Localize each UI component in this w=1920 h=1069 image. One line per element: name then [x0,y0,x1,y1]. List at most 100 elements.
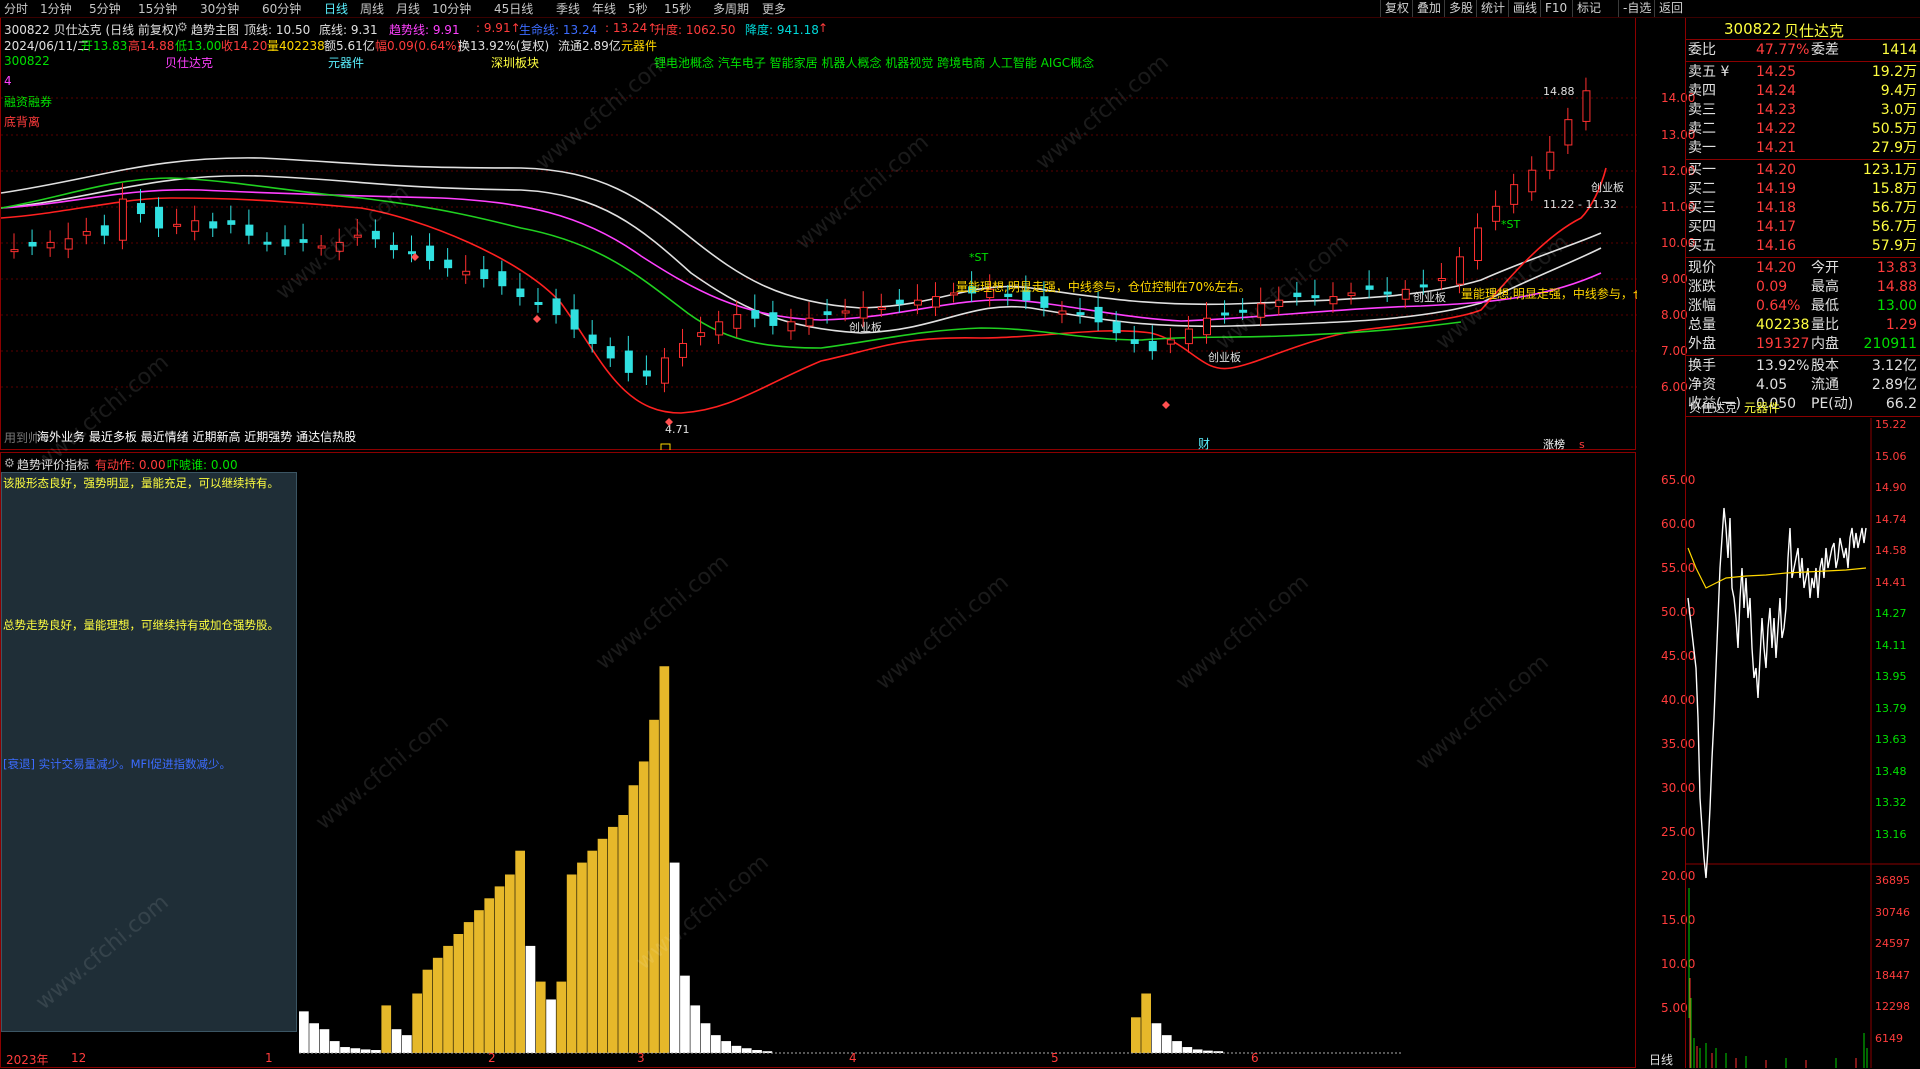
period-14[interactable]: 15秒 [664,1,691,17]
event-box-icon[interactable] [660,443,671,450]
candle [606,346,615,359]
bid-row[interactable]: 买二 14.19 15.8万 [1686,180,1920,199]
evaluation-bar [484,898,495,1053]
tool-draw[interactable]: 画线 [1508,0,1537,17]
candle [46,241,55,249]
period-12[interactable]: 年线 [592,1,616,17]
tool-fuquan[interactable]: 复权 [1380,0,1409,17]
bid-price: 14.18 [1756,200,1797,216]
quote-stat-label2: 量比 [1811,317,1839,333]
candle [444,259,453,269]
quote-stat[interactable]: 涨幅 0.64% 最低 13.00 [1686,297,1920,316]
chuangye-mark: 创业板 [849,320,882,334]
candle [769,312,778,326]
date-tick: 5 [1051,1051,1059,1065]
quote-stat-value: 191327 [1756,336,1810,352]
candle [480,269,489,279]
period-5[interactable]: 60分钟 [262,1,301,17]
quote-stat[interactable]: 现价 14.20 今开 13.83 [1686,259,1920,278]
bid-price: 14.19 [1756,181,1797,197]
date-tick: 2 [488,1051,496,1065]
quote-stat[interactable]: 涨跌 0.09 最高 14.88 [1686,278,1920,297]
period-2[interactable]: 5分钟 [89,1,121,17]
ask-volume: 50.5万 [1871,121,1917,137]
period-1[interactable]: 1分钟 [40,1,72,17]
bid-row[interactable]: 买一 14.20 123.1万 [1686,161,1920,180]
period-15[interactable]: 多周期 [713,1,749,17]
evaluation-bar [711,1035,721,1053]
fundamental-stat[interactable]: 换手 13.92% 股本 3.12亿 [1686,357,1920,376]
candle [1311,295,1320,299]
candle [697,332,706,337]
price-tick: 6.00 [1661,380,1688,394]
period-9[interactable]: 10分钟 [432,1,471,17]
ask-row[interactable]: 卖五 ¥ 14.25 19.2万 [1686,63,1920,82]
ask-row[interactable]: 卖四 14.24 9.4万 [1686,82,1920,101]
mini-price-tick: 15.06 [1875,449,1907,463]
mini-price-tick: 14.74 [1875,512,1907,526]
evaluation-bar [1213,1051,1224,1053]
bid-row[interactable]: 买五 14.16 57.9万 [1686,237,1920,256]
evaluation-bar [741,1048,752,1053]
ask-volume: 9.4万 [1880,83,1917,99]
evaluation-bar [731,1045,742,1053]
candle [1221,312,1230,316]
fundamental-stat-label: 换手 [1688,358,1716,374]
period-11[interactable]: 季线 [556,1,580,17]
candle [931,296,940,308]
period-7[interactable]: 周线 [360,1,384,17]
tool-multi[interactable]: 多股 [1444,0,1473,17]
candle [534,301,543,305]
mini-volume-tick: 6149 [1875,1031,1903,1045]
quote-stat[interactable]: 总量 402238 量比 1.29 [1686,316,1920,335]
period-13[interactable]: 5秒 [628,1,648,17]
mini-volume-tick: 18447 [1875,968,1910,982]
tool-stats[interactable]: 统计 [1476,0,1505,17]
period-10[interactable]: 45日线 [494,1,533,17]
quote-stat[interactable]: 外盘 191327 内盘 210911 [1686,335,1920,354]
evaluation-bar [1131,1017,1141,1053]
fundamental-stat[interactable]: 净资 4.05 流通 2.89亿 [1686,376,1920,395]
self-select-button[interactable]: -自选 [1618,0,1651,17]
ask-price: 14.22 [1756,121,1797,137]
period-6[interactable]: 日线 [324,1,348,17]
evaluation-bar [422,969,433,1053]
divider [1686,61,1920,62]
evaluation-bar [1172,1041,1182,1053]
period-3[interactable]: 15分钟 [138,1,177,17]
candle [426,245,435,261]
fundamental-stat-value2: 3.12亿 [1871,358,1917,374]
candle [877,306,886,310]
candle [118,198,127,241]
tool-overlay[interactable]: 叠加 [1412,0,1441,17]
ask-row[interactable]: 卖二 14.22 50.5万 [1686,120,1920,139]
date-tick: 4 [849,1051,857,1065]
candle [155,206,164,229]
trend-evaluation-panel[interactable]: ⚙ 趋势评价指标 有动作: 0.00 吓唬谁: 0.00 该股形态良好，强势明显… [0,452,1695,1068]
candle [1437,278,1446,282]
period-0[interactable]: 分时 [4,1,28,17]
zhangbang-mark[interactable]: 涨榜 [1543,437,1565,450]
evaluation-bar [1192,1049,1203,1053]
back-button[interactable]: 返回 [1654,0,1683,17]
ask-row[interactable]: 卖三 14.23 3.0万 [1686,101,1920,120]
candle [1365,285,1374,290]
channel-upper [1,157,1602,309]
bid-row[interactable]: 买三 14.18 56.7万 [1686,199,1920,218]
candle [136,203,145,215]
tool-f10[interactable]: F10 [1540,0,1567,17]
period-16[interactable]: 更多 [762,1,786,17]
finance-mark[interactable]: 财 [1198,437,1210,450]
candle [281,239,290,247]
period-4[interactable]: 30分钟 [200,1,239,17]
quote-stat-label: 涨幅 [1688,298,1716,314]
main-kline-chart[interactable]: 300822 贝仕达克 (日线 前复权) ⚙ 趋势主图 顶线: 10.50 底线… [0,18,1695,450]
quote-stat-value: 0.09 [1756,279,1788,295]
tool-mark[interactable]: 标记 [1572,0,1601,17]
bid-row[interactable]: 买四 14.17 56.7万 [1686,218,1920,237]
signal-diamond-icon [1162,401,1170,409]
webi-label: 委比 [1688,42,1716,58]
period-8[interactable]: 月线 [396,1,420,17]
ask-row[interactable]: 卖一 14.21 27.9万 [1686,139,1920,158]
evaluation-bar [319,1029,330,1053]
